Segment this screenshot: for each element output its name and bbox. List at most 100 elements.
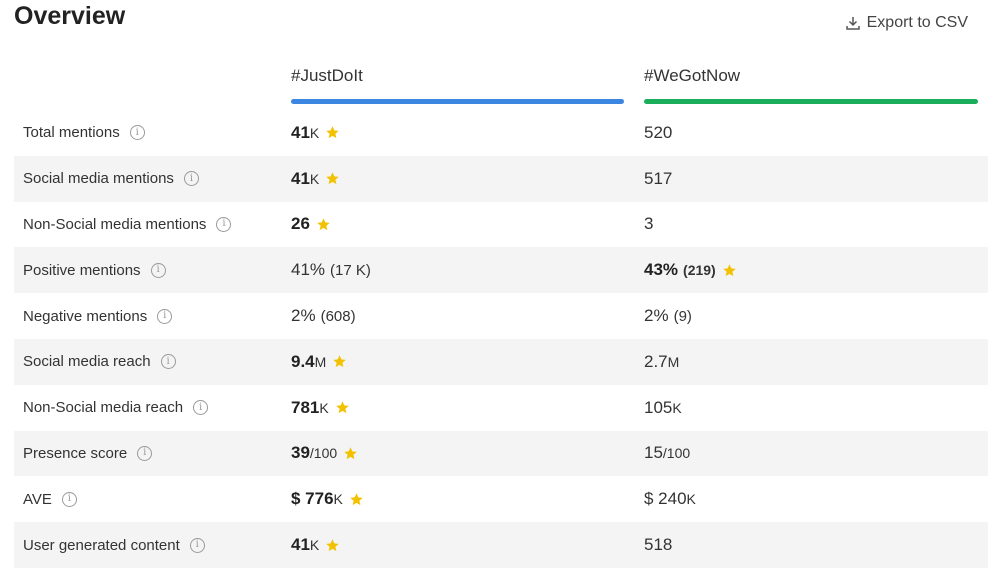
value-cell-b: 15/100 [644,443,690,463]
row-label: Total mentions i [23,124,145,141]
value-main: 518 [644,535,673,555]
column-header-justdoit: #JustDoIt [291,66,363,85]
table-row: Social media mentions i 41 K 517 [14,155,988,202]
row-label: Negative mentions i [23,307,173,325]
row-label-text: Negative mentions [23,307,148,325]
info-icon[interactable]: i [216,216,232,232]
column-color-bar-wegotnow [644,99,978,104]
star-icon [332,354,347,369]
row-label: Non-Social media reach i [23,399,209,417]
table-row: User generated content i 41 K 518 [14,522,988,568]
value-sub: (608) [320,308,356,326]
info-icon[interactable]: i [129,125,145,141]
value-cell-b: 2% (9) [644,306,692,326]
info-icon[interactable]: i [183,171,199,187]
row-label-text: Social media mentions [23,170,174,188]
value-cell-a: 41 K [291,535,340,555]
info-icon[interactable]: i [137,445,153,461]
value-suffix: /100 [309,445,338,462]
row-label: User generated content i [23,537,205,554]
export-csv-label: Export to CSV [866,14,968,31]
value-suffix: M [314,353,327,370]
value-suffix: M [667,353,680,370]
value-main: 781 [291,397,320,417]
row-label-text: Social media reach [23,353,151,371]
value-cell-b: 517 [644,169,672,189]
value-main: 2.7 [644,351,668,371]
value-main: 41 [291,535,310,555]
info-icon[interactable]: i [150,262,166,278]
star-icon [335,400,350,415]
value-main: $ 240 [644,489,687,509]
table-row: AVE i $ 776 K $ 240 K [14,476,988,522]
value-cell-b: $ 240 K [644,489,696,509]
row-label: Social media mentions i [23,170,199,187]
value-cell-a: 9.4 M [291,352,347,372]
row-label-text: Non-Social media reach [23,399,184,417]
value-cell-b: 3 [644,214,653,234]
row-label: Positive mentions i [23,262,166,279]
table-row: Social media reach i 9.4 M 2.7 M [14,338,988,385]
star-icon [325,171,340,186]
value-main: 2% [644,306,669,326]
value-main: 2% [291,306,316,326]
value-cell-b: 2.7 M [644,352,679,372]
value-main: 41 [291,122,310,142]
overview-table: Total mentions i 41 K 520 Social media mentio… [14,110,988,568]
download-icon [845,17,860,30]
table-row: Presence score i 39/100 15/100 [14,430,988,477]
export-csv-button[interactable]: Export to CSV [845,14,968,32]
star-icon [325,538,340,553]
row-label-text: Total mentions [23,124,120,142]
row-label-text: User generated content [23,536,180,554]
star-icon [316,217,331,232]
value-suffix: K [319,399,329,416]
star-icon [349,492,364,507]
value-cell-a: 41 K [291,169,340,189]
table-row: Non-Social media mentions i 26 3 [14,202,988,248]
value-suffix: K [309,124,320,141]
star-icon [722,263,737,278]
value-cell-a: 39/100 [291,443,358,463]
row-label-text: Positive mentions [23,261,141,279]
value-suffix: K [309,537,320,554]
value-cell-b: 105 K [644,398,682,418]
info-icon[interactable]: i [160,354,176,370]
value-suffix: K [333,491,343,508]
value-main: 26 [291,214,310,234]
value-main: 15 [644,443,663,463]
value-suffix: /100 [662,445,691,462]
value-cell-a: 41% (17 K) [291,260,371,280]
value-main: $ 776 [291,489,334,509]
value-main: 41 [291,168,310,188]
value-main: 105 [644,397,673,417]
star-icon [343,446,358,461]
value-suffix: K [686,491,696,508]
info-icon[interactable]: i [193,400,209,416]
value-main: 39 [291,443,310,463]
info-icon[interactable]: i [189,537,205,553]
value-main: 517 [644,168,673,188]
table-row: Positive mentions i 41% (17 K) 43% (219) [14,247,988,294]
row-label: Presence score i [23,444,153,462]
value-cell-a: 41 K [291,123,340,143]
page-title: Overview [14,2,126,30]
info-icon[interactable]: i [157,308,173,324]
value-main: 41% [291,260,326,280]
value-cell-b: 43% (219) [644,260,737,280]
row-label-text: AVE [23,490,52,508]
row-label-text: Presence score [23,444,128,462]
row-label-text: Non-Social media mentions [23,215,207,233]
value-cell-a: $ 776 K [291,489,364,509]
value-cell-a: 26 [291,214,331,234]
row-label: Non-Social media mentions i [23,215,232,233]
row-label: Social media reach i [23,353,176,370]
table-row: Non-Social media reach i 781 K 105 K [14,385,988,431]
info-icon[interactable]: i [61,491,77,507]
row-label: AVE i [23,491,77,508]
value-main: 520 [644,122,673,142]
value-suffix: K [672,399,682,416]
value-sub: (17 K) [330,262,371,280]
value-cell-b: 518 [644,535,672,555]
value-sub: (219) [683,262,716,279]
